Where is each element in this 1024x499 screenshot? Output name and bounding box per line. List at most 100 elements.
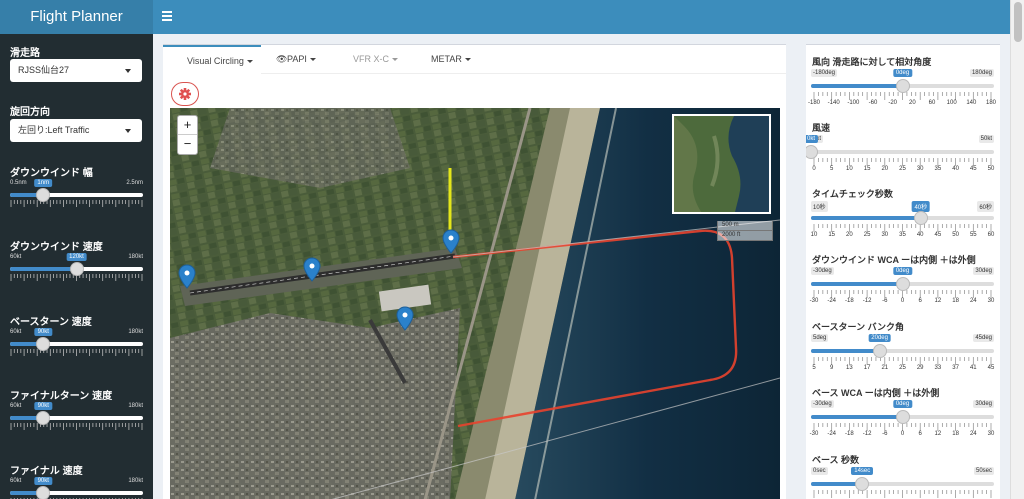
tab-vfr-xc[interactable]: VFR X-C [329, 45, 407, 74]
sidebar: 滑走路 RJSS仙台27 旋回方向 左回り:Left Traffic ダウンウイ… [0, 34, 153, 499]
slider-max-label: 2.5nm [126, 180, 143, 186]
slider-track[interactable] [10, 193, 143, 197]
tab-metar[interactable]: METAR [407, 45, 481, 74]
slider-handle[interactable] [36, 188, 51, 202]
tick-label: -100 [847, 100, 860, 106]
tick-label: 37 [952, 365, 959, 371]
tick-label: 25 [899, 365, 906, 371]
satellite-map[interactable]: + − 500 m 2000 ft [170, 108, 780, 499]
tick-label: -24 [827, 431, 837, 437]
panel-range-slider[interactable]: 5deg 45deg 20deg 5 9 13 17 21 25 29 33 37 41 45 [811, 334, 994, 380]
slider-fill [811, 415, 903, 419]
panel-slider-label: ベース 秒数 [812, 455, 860, 465]
panel-range-slider[interactable]: 0sec 50sec 14sec [811, 467, 994, 499]
scrollbar-thumb[interactable] [1014, 2, 1022, 42]
sidebar-range-slider[interactable]: 60kt 180kt 90kt [10, 402, 143, 439]
sidebar-range-slider[interactable]: 60kt 180kt 90kt [10, 477, 143, 499]
panel-range-slider[interactable]: -30deg 30deg 0deg -30 -24 -18 -12 -6 0 6 12 18 24 30 [810, 267, 994, 313]
slider-handle[interactable] [872, 344, 887, 358]
panel-range-slider[interactable]: -30deg 30deg 0deg -30 -24 -18 -12 -6 0 6 12 18 24 30 [810, 400, 995, 446]
slider-max-label: 45deg [973, 334, 994, 342]
tick-label: 40 [916, 232, 924, 238]
tick-label: 6 [918, 298, 922, 304]
tick-label: 60 [987, 232, 995, 238]
direction-select[interactable]: 左回り:Left Traffic [10, 119, 142, 142]
slider-handle[interactable] [895, 277, 910, 291]
zoom-in-button[interactable]: + [178, 116, 197, 135]
panel-range-slider[interactable]: -180deg 180deg 0deg -180 -140 -100 -60 -20 20 60 1… [808, 69, 996, 115]
settings-button[interactable] [171, 82, 199, 106]
slider-ticks [813, 490, 992, 498]
panel-range-slider[interactable]: 0kt50kt0kt05101520253035404550 [806, 135, 994, 181]
tab-label: PAPI [287, 54, 307, 64]
tick-label: 29 [916, 365, 924, 371]
tick-label: 45 [934, 232, 942, 238]
slider-tick-labels: 0 5 10 15 20 25 30 35 40 45 50 [811, 166, 994, 174]
tick-label: 9 [830, 365, 834, 371]
slider-track[interactable] [10, 342, 143, 346]
panel-slider-label: 風速 [812, 123, 831, 133]
slider-handle[interactable] [36, 411, 51, 425]
tick-label: 15 [863, 166, 871, 172]
runway-label: 滑走路 [10, 48, 40, 59]
tick-label: 30 [881, 232, 889, 238]
slider-handle[interactable] [69, 262, 84, 276]
slider-track[interactable] [811, 482, 994, 486]
tab-visual-circling[interactable]: Visual Circling [163, 45, 261, 74]
slider-tick-labels: -180 -140 -100 -60 -20 20 60 100 140 180 [808, 100, 996, 108]
tick-label: 12 [934, 298, 942, 304]
sidebar-range-slider[interactable]: 60kt 180kt 90kt [10, 328, 143, 365]
tick-label: 24 [969, 298, 977, 304]
panel-range-slider[interactable]: 10秒 60秒 40秒 10 15 20 25 30 35 40 45 50 55 60 [811, 201, 994, 247]
page-scrollbar[interactable] [1010, 0, 1024, 499]
tick-label: -24 [827, 298, 837, 304]
panel-slider-label: ベース WCA ーは内側 ＋は外側 [812, 388, 940, 398]
app-logo[interactable]: Flight Planner [0, 0, 153, 34]
slider-min-label: -30deg [811, 400, 834, 408]
slider-handle[interactable] [36, 486, 51, 499]
tab-papi[interactable]: 👁PAPI [263, 45, 327, 74]
tick-label: 45 [969, 166, 977, 172]
slider-min-label: -180deg [811, 69, 838, 77]
tick-label: 15 [828, 232, 836, 238]
sidebar-range-slider[interactable]: 0.5nm 2.5nm 1nm [10, 179, 143, 216]
slider-handle[interactable] [895, 410, 910, 424]
slider-tick-labels: -30 -24 -18 -12 -6 0 6 12 18 24 30 [810, 431, 995, 439]
slider-track[interactable] [811, 216, 994, 220]
sidebar-range-slider[interactable]: 60kt 180kt 120kt [10, 253, 143, 290]
tick-label: 20 [881, 166, 889, 172]
hamburger-menu-icon[interactable] [162, 11, 172, 21]
slider-max-label: 30deg [973, 267, 994, 275]
slider-ticks [813, 224, 992, 232]
slider-ticks [10, 423, 143, 430]
slider-track[interactable] [10, 491, 143, 495]
top-navbar [153, 0, 1010, 34]
slider-track[interactable] [10, 416, 143, 420]
runway-select[interactable]: RJSS仙台27 [10, 59, 142, 82]
chevron-down-icon [309, 58, 316, 62]
slider-max-label: 180kt [128, 329, 143, 335]
slider-handle[interactable] [36, 337, 51, 351]
slider-handle[interactable] [806, 145, 818, 159]
slider-handle[interactable] [913, 211, 928, 225]
tick-label: 20 [908, 100, 916, 106]
tick-label: 10 [810, 232, 818, 238]
slider-max-label: 180kt [128, 478, 143, 484]
tick-label: 30 [916, 166, 924, 172]
slider-track[interactable] [811, 349, 994, 353]
slider-max-label: 50sec [973, 467, 994, 475]
slider-handle[interactable] [855, 477, 870, 491]
slider-tick-labels: 5 9 13 17 21 25 29 33 37 41 45 [811, 365, 994, 373]
overview-minimap[interactable] [672, 114, 771, 214]
slider-min-label: -30deg [811, 267, 834, 275]
slider-value-badge: 20deg [868, 334, 891, 342]
slider-handle[interactable] [895, 79, 910, 93]
tab-label: METAR [431, 54, 462, 64]
tick-label: 60 [928, 100, 936, 106]
slider-min-label: 60kt [10, 403, 22, 409]
zoom-out-button[interactable]: − [178, 135, 197, 154]
slider-value-badge: 1nm [34, 179, 53, 187]
slider-track[interactable] [811, 150, 994, 154]
runway-select-value: RJSS仙台27 [18, 65, 70, 75]
slider-fill [811, 349, 880, 353]
